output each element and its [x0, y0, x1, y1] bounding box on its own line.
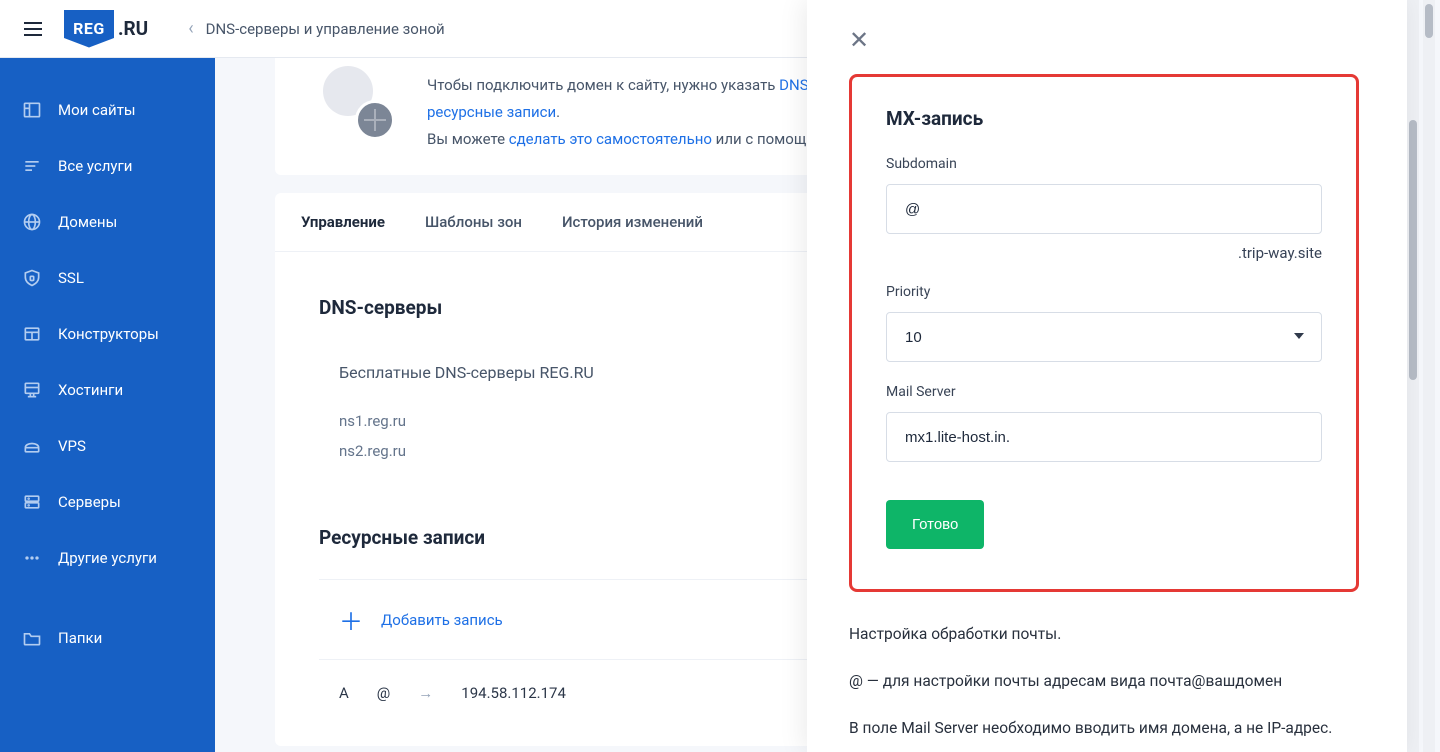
logo-brand: REG: [73, 19, 105, 38]
priority-select[interactable]: [886, 312, 1322, 362]
sidebar-item-label: SSL: [58, 269, 84, 287]
sidebar-item-ssl[interactable]: SSL: [0, 250, 215, 306]
dots-icon: [22, 549, 42, 567]
sidebar-item-label: Домены: [58, 213, 117, 231]
mx-form-panel: ✕ MX-запись Subdomain .trip-way.site Pri…: [807, 0, 1407, 752]
subdomain-label: Subdomain: [886, 156, 1322, 172]
scrollbar[interactable]: [1423, 0, 1435, 752]
mailserver-input[interactable]: [886, 412, 1322, 462]
submit-button[interactable]: Готово: [886, 500, 984, 549]
help-line: @ — для настройки почты адресам вида поч…: [849, 669, 1359, 694]
mascot-illustration: [303, 72, 403, 142]
banner-text: Чтобы подключить домен к сайту, нужно ук…: [427, 72, 814, 153]
help-line: В поле Mail Server необходимо вводить им…: [849, 716, 1359, 741]
add-record-label: Добавить запись: [381, 611, 503, 629]
banner-link-dns[interactable]: DNS: [779, 76, 808, 94]
sidebar-item-folders[interactable]: Папки: [0, 610, 215, 666]
hosting-icon: [22, 381, 42, 399]
sidebar: Мои сайты Все услуги Домены SSL Конструк…: [0, 58, 215, 752]
sidebar-item-label: Все услуги: [58, 157, 132, 175]
priority-label: Priority: [886, 284, 1322, 300]
vps-icon: [22, 437, 42, 455]
mx-form-highlight: MX-запись Subdomain .trip-way.site Prior…: [849, 74, 1359, 592]
banner-link-self[interactable]: сделать это самостоятельно: [509, 130, 712, 148]
panel-title: MX-запись: [886, 107, 1322, 130]
record-value: 194.58.112.174: [461, 684, 566, 702]
logo-tld: .RU: [118, 17, 148, 40]
breadcrumb[interactable]: ‹ DNS-серверы и управление зоной: [188, 18, 444, 39]
breadcrumb-text: DNS-серверы и управление зоной: [206, 20, 445, 38]
folder-icon: [22, 629, 42, 647]
sidebar-item-vps[interactable]: VPS: [0, 418, 215, 474]
plus-icon: ＋: [339, 602, 363, 637]
sidebar-item-label: Другие услуги: [58, 549, 157, 567]
tab-manage[interactable]: Управление: [301, 193, 385, 251]
arrow-right-icon: →: [418, 684, 433, 702]
sidebar-item-sites[interactable]: Мои сайты: [0, 82, 215, 138]
globe-icon: [22, 213, 42, 231]
sidebar-item-builders[interactable]: Конструкторы: [0, 306, 215, 362]
subdomain-input[interactable]: [886, 184, 1322, 234]
domain-suffix: .trip-way.site: [886, 244, 1322, 262]
tab-templates[interactable]: Шаблоны зон: [425, 193, 522, 251]
sidebar-item-label: Папки: [58, 629, 102, 647]
sidebar-item-label: VPS: [58, 437, 86, 455]
sidebar-item-servers[interactable]: Серверы: [0, 474, 215, 530]
chevron-left-icon[interactable]: ‹: [188, 18, 193, 39]
menu-toggle[interactable]: [24, 22, 42, 36]
list-icon: [22, 157, 42, 175]
scrollbar[interactable]: [1407, 0, 1419, 752]
record-type: A: [339, 684, 349, 702]
server-icon: [22, 493, 42, 511]
logo[interactable]: REG .RU: [64, 10, 148, 48]
builder-icon: [22, 325, 42, 343]
tab-history[interactable]: История изменений: [562, 193, 703, 251]
sidebar-item-domains[interactable]: Домены: [0, 194, 215, 250]
sidebar-item-label: Хостинги: [58, 381, 123, 399]
sites-icon: [22, 101, 42, 119]
sidebar-item-label: Конструкторы: [58, 325, 159, 343]
help-line: Настройка обработки почты.: [849, 622, 1359, 647]
sidebar-item-label: Мои сайты: [58, 101, 136, 119]
banner-link-records[interactable]: ресурсные записи: [427, 103, 556, 121]
sidebar-item-hosting[interactable]: Хостинги: [0, 362, 215, 418]
lock-icon: [22, 269, 42, 287]
mailserver-label: Mail Server: [886, 384, 1322, 400]
record-host: @: [377, 684, 390, 702]
sidebar-item-label: Серверы: [58, 493, 121, 511]
help-text: Настройка обработки почты. @ — для настр…: [849, 622, 1359, 740]
sidebar-item-other[interactable]: Другие услуги: [0, 530, 215, 586]
close-icon[interactable]: ✕: [849, 26, 869, 54]
sidebar-item-services[interactable]: Все услуги: [0, 138, 215, 194]
